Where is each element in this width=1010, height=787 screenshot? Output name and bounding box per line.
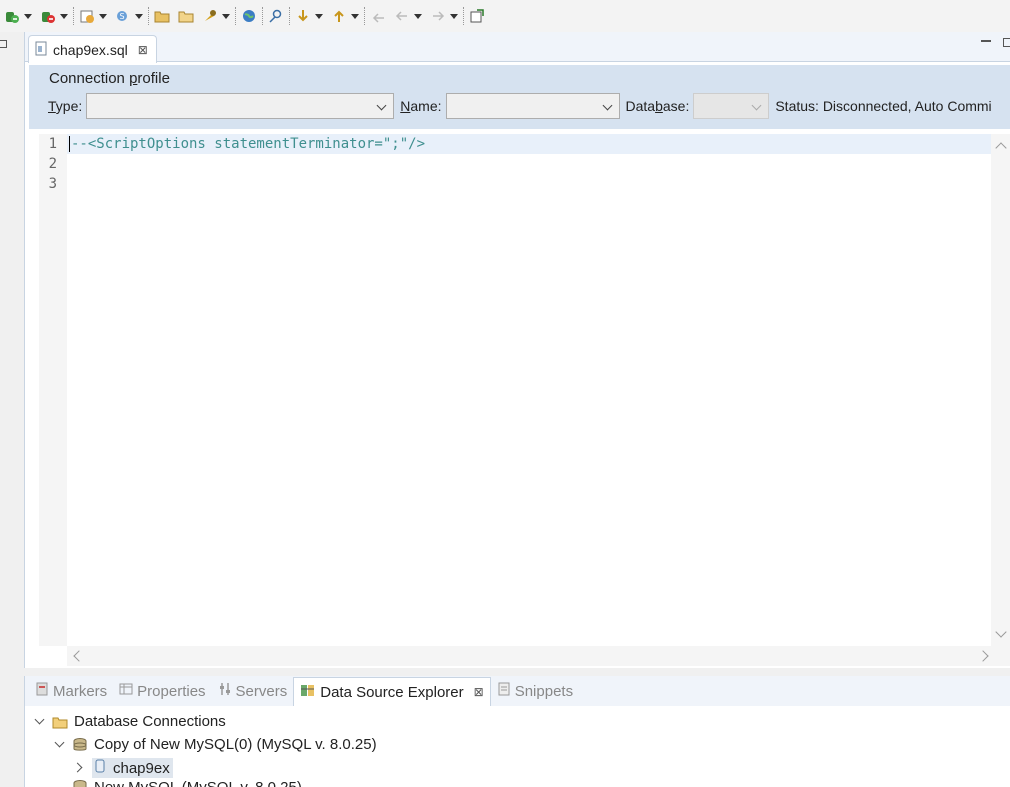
tree-item-chap9ex[interactable]: chap9ex — [25, 756, 1010, 779]
close-tab-icon[interactable]: ⊠ — [138, 43, 148, 57]
database-label: Database: — [625, 98, 690, 114]
editor-tab-bar: chap9ex.sql ⊠ — [25, 32, 1010, 63]
tree-item-database-connections[interactable]: Database Connections — [25, 710, 1010, 733]
restore-icon[interactable] — [0, 40, 7, 48]
previous-edit-icon[interactable] — [392, 6, 412, 26]
tab-snippets[interactable]: Snippets — [491, 676, 579, 706]
toolbar-separator — [148, 7, 149, 25]
svg-text:S: S — [120, 12, 125, 21]
forward-icon[interactable] — [428, 6, 448, 26]
minimize-icon[interactable] — [981, 40, 991, 42]
database-icon — [72, 737, 88, 753]
previous-annotation-dropdown[interactable] — [349, 6, 361, 26]
connection-status: Status: Disconnected, Auto Commi — [775, 98, 992, 114]
next-annotation-icon[interactable] — [293, 6, 313, 26]
tab-data-source-explorer[interactable]: Data Source Explorer ⊠ — [293, 677, 491, 706]
new-sql-file-dropdown[interactable] — [97, 6, 109, 26]
text-caret — [69, 136, 70, 152]
tree-item-connection[interactable]: New MySQL (MySQL v. 8.0.25) — [25, 779, 1010, 787]
forward-dropdown[interactable] — [448, 6, 460, 26]
line-number: 1 — [48, 136, 57, 152]
left-side-strip — [0, 32, 22, 787]
tree-item-connection[interactable]: Copy of New MySQL(0) (MySQL v. 8.0.25) — [25, 733, 1010, 756]
new-sql-file-icon[interactable] — [77, 6, 97, 26]
type-label: Type: — [48, 98, 83, 114]
new-connection-dropdown[interactable] — [22, 6, 34, 26]
main-toolbar: S — [0, 0, 1010, 32]
next-annotation-dropdown[interactable] — [313, 6, 325, 26]
new-connection-icon[interactable] — [2, 6, 22, 26]
name-label: Name: — [400, 98, 442, 114]
scroll-up-icon[interactable] — [995, 142, 1007, 154]
tab-properties[interactable]: Properties — [113, 676, 211, 706]
schema-icon — [95, 759, 105, 773]
snippets-icon — [497, 682, 511, 700]
line-number: 3 — [48, 176, 57, 192]
bottom-views-panel: Markers Properties Servers Data Source E… — [24, 676, 1010, 787]
scroll-down-icon[interactable] — [995, 626, 1007, 638]
sql-file-icon — [35, 41, 49, 59]
toolbar-separator — [73, 7, 74, 25]
line-number: 2 — [48, 156, 57, 172]
bottom-tab-bar: Markers Properties Servers Data Source E… — [25, 676, 1010, 706]
data-source-tree: Database Connections Copy of New MySQL(0… — [25, 710, 1010, 787]
expand-toggle-icon[interactable] — [32, 715, 46, 729]
disconnect-dropdown[interactable] — [58, 6, 70, 26]
maximize-icon[interactable] — [1003, 38, 1010, 47]
connection-profile-section: Connection profile Type: Name: Database:… — [29, 65, 1010, 129]
scroll-left-icon[interactable] — [73, 650, 85, 662]
code-line[interactable]: --<ScriptOptions statementTerminator=";"… — [67, 134, 991, 154]
open-folder-icon[interactable] — [152, 6, 172, 26]
markers-icon — [35, 682, 49, 700]
servers-icon — [218, 682, 232, 700]
open-file-icon[interactable] — [176, 6, 196, 26]
database-icon — [72, 779, 88, 787]
toolbar-separator — [262, 7, 263, 25]
disconnect-icon[interactable] — [38, 6, 58, 26]
code-line[interactable] — [67, 154, 991, 174]
previous-edit-dropdown[interactable] — [412, 6, 424, 26]
code-line[interactable] — [67, 174, 991, 194]
tab-servers[interactable]: Servers — [212, 676, 294, 706]
properties-icon — [119, 682, 133, 700]
globe-icon[interactable] — [239, 6, 259, 26]
run-dropdown[interactable] — [133, 6, 145, 26]
database-select — [693, 93, 770, 119]
tab-markers[interactable]: Markers — [29, 676, 113, 706]
horizontal-scrollbar[interactable] — [67, 646, 1010, 666]
back-icon[interactable] — [368, 6, 388, 26]
line-number-gutter: 1 2 3 — [39, 134, 67, 646]
type-select[interactable] — [86, 93, 395, 119]
toolbar-separator — [289, 7, 290, 25]
name-select[interactable] — [445, 93, 620, 119]
pin-dropdown[interactable] — [220, 6, 232, 26]
tab-label: chap9ex.sql — [53, 41, 128, 58]
pin-icon[interactable] — [200, 6, 220, 26]
code-lines[interactable]: --<ScriptOptions statementTerminator=";"… — [67, 134, 991, 646]
code-editor[interactable]: 1 2 3 --<ScriptOptions statementTerminat… — [39, 134, 1010, 646]
folder-icon — [52, 715, 68, 729]
scroll-right-icon[interactable] — [977, 650, 989, 662]
close-tab-icon[interactable]: ⊠ — [474, 685, 484, 699]
tab-chap9ex-sql[interactable]: chap9ex.sql ⊠ — [28, 35, 157, 63]
toolbar-separator — [463, 7, 464, 25]
data-source-explorer-icon — [300, 683, 316, 702]
toolbar-separator — [364, 7, 365, 25]
expand-toggle-icon[interactable] — [52, 738, 66, 752]
connection-profile-title: Connection profile — [49, 70, 170, 87]
selected-item[interactable]: chap9ex — [92, 757, 173, 778]
collapse-toggle-icon[interactable] — [72, 761, 86, 775]
sql-editor-panel: chap9ex.sql ⊠ Connection profile Type: N… — [24, 32, 1010, 668]
previous-annotation-icon[interactable] — [329, 6, 349, 26]
external-icon[interactable] — [467, 6, 487, 26]
toolbar-separator — [235, 7, 236, 25]
search-icon[interactable] — [266, 6, 286, 26]
vertical-scrollbar[interactable] — [991, 134, 1010, 646]
run-icon[interactable]: S — [113, 6, 133, 26]
